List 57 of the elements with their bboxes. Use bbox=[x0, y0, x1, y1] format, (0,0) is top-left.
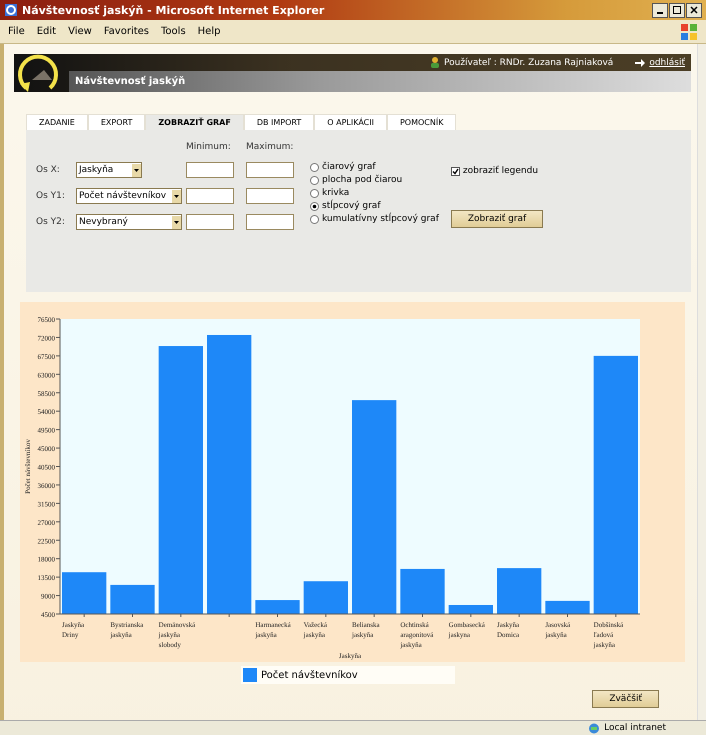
minimum-field[interactable] bbox=[186, 188, 234, 204]
radio-label: plocha pod čiarou bbox=[322, 175, 402, 185]
legend-swatch bbox=[243, 668, 257, 682]
maximum-field[interactable] bbox=[246, 162, 294, 178]
radio-button[interactable] bbox=[310, 202, 319, 210]
maximize-button[interactable] bbox=[669, 2, 685, 18]
radio-button[interactable] bbox=[310, 162, 319, 172]
minimum-field[interactable] bbox=[186, 214, 234, 230]
menu-item[interactable]: Edit bbox=[36, 26, 56, 37]
logout-link[interactable]: odhlásiť bbox=[649, 58, 685, 68]
menu-item[interactable]: View bbox=[68, 26, 92, 37]
field-label: Maximum: bbox=[246, 142, 294, 152]
radio-label: kumulatívny stĺpcový graf bbox=[322, 214, 439, 224]
maximize-icon bbox=[673, 6, 681, 14]
radio-button[interactable] bbox=[310, 214, 319, 224]
menu-item[interactable]: File bbox=[8, 26, 25, 37]
show-chart-button[interactable]: Zobraziť graf bbox=[450, 210, 544, 228]
radio-label: stĺpcový graf bbox=[322, 201, 380, 211]
legend-label: Počet návštevníkov bbox=[261, 670, 358, 680]
arrow-icon bbox=[635, 58, 646, 66]
zone-label: Local intranet bbox=[604, 723, 666, 733]
tab[interactable]: DB IMPORT bbox=[244, 114, 314, 130]
axis-label: Os Y1: bbox=[36, 191, 66, 201]
maximum-field[interactable] bbox=[246, 188, 294, 204]
close-icon bbox=[690, 6, 698, 14]
radio-label: čiarový graf bbox=[322, 162, 376, 172]
tab[interactable]: O APLIKÁCII bbox=[314, 114, 387, 130]
dropdown[interactable]: Počet návštevníkov bbox=[76, 188, 182, 204]
user-name: Používateľ : RNDr. Zuzana Rajniaková bbox=[444, 58, 614, 68]
radio-label: krivka bbox=[322, 188, 350, 198]
axis-label: Os X: bbox=[36, 165, 61, 175]
zoom-button[interactable]: Zväčšiť bbox=[592, 690, 659, 708]
checkbox[interactable] bbox=[450, 166, 460, 176]
tab[interactable]: POMOCNÍK bbox=[386, 114, 456, 130]
browser-icon bbox=[4, 3, 18, 17]
axis-label: Os Y2: bbox=[36, 217, 66, 227]
minimum-field[interactable] bbox=[186, 162, 234, 178]
maximum-field[interactable] bbox=[246, 214, 294, 230]
user-icon bbox=[430, 57, 440, 68]
tab[interactable]: ZADANIE bbox=[26, 114, 88, 130]
page-title: Návštevnosť jaskýň bbox=[75, 76, 186, 87]
field-label: Minimum: bbox=[186, 142, 232, 152]
radio-button[interactable] bbox=[310, 176, 319, 184]
dropdown[interactable]: Jaskyňa bbox=[76, 162, 142, 178]
tab[interactable]: EXPORT bbox=[88, 114, 146, 130]
menu-item[interactable]: Help bbox=[198, 26, 220, 37]
menu-item[interactable]: Favorites bbox=[104, 26, 150, 37]
dropdown[interactable]: Nevybraný bbox=[76, 214, 182, 230]
close-button[interactable] bbox=[686, 2, 702, 18]
tab[interactable]: ZOBRAZIŤ GRAF bbox=[145, 114, 244, 130]
checkbox-label: zobraziť legendu bbox=[462, 166, 538, 176]
globe-icon bbox=[588, 722, 600, 734]
radio-button[interactable] bbox=[310, 188, 319, 198]
minimize-button[interactable] bbox=[652, 2, 668, 18]
menu-item[interactable]: Tools bbox=[161, 26, 186, 37]
window-title: Návštevnosť jaskýň - Microsoft Internet Explorer bbox=[22, 4, 326, 16]
windows-logo-icon bbox=[680, 22, 698, 40]
